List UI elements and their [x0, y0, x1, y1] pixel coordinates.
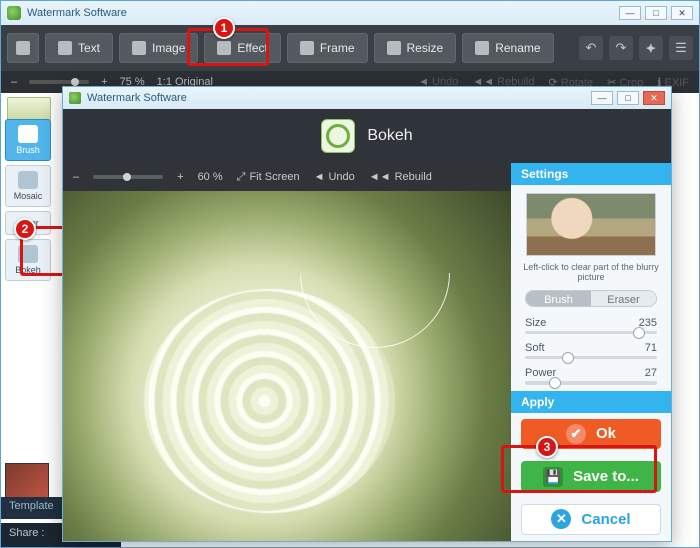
- tool-bokeh-label: Bokeh: [15, 265, 41, 275]
- segment-brush[interactable]: Brush: [526, 291, 591, 306]
- check-icon: ✔: [566, 424, 586, 444]
- app-icon: [7, 6, 21, 20]
- tool-bokeh[interactable]: Bokeh: [5, 239, 51, 281]
- home-button[interactable]: [7, 33, 39, 63]
- home-icon: [16, 41, 30, 55]
- canvas-zoom-in-icon[interactable]: +: [177, 171, 183, 183]
- effect-label: Effect: [237, 41, 267, 55]
- tool-color[interactable]: Color: [5, 211, 51, 235]
- frame-icon: [300, 41, 314, 55]
- ok-button[interactable]: ✔ Ok: [521, 419, 661, 450]
- settings-header: Settings: [511, 163, 671, 185]
- thumbnail-strip[interactable]: [7, 97, 51, 121]
- settings-hint: Left-click to clear part of the blurry p…: [511, 260, 671, 290]
- resize-button[interactable]: Resize: [374, 33, 457, 63]
- effect-icon: [217, 41, 231, 55]
- mosaic-icon: [18, 171, 38, 189]
- canvas-rebuild-button[interactable]: ◄◄ Rebuild: [369, 171, 432, 183]
- power-value: 27: [645, 367, 657, 379]
- dialog-app-icon: [69, 92, 81, 104]
- canvas-toolbar: – + 60 % ⤢ Fit Screen ◄ Undo ◄◄ Rebuild: [63, 163, 511, 191]
- canvas-zoom-out-icon[interactable]: –: [73, 171, 79, 183]
- dialog-titlebar[interactable]: Watermark Software — □ ✕: [63, 87, 671, 109]
- text-label: Text: [78, 41, 100, 55]
- main-window-controls: — □ ✕: [619, 6, 693, 20]
- canvas-rebuild-label: Rebuild: [395, 171, 432, 183]
- main-title: Watermark Software: [27, 7, 127, 19]
- apply-header: Apply: [511, 391, 671, 413]
- soft-label: Soft: [525, 342, 545, 354]
- zoom-out-icon[interactable]: –: [11, 76, 17, 88]
- canvas-undo-button[interactable]: ◄ Undo: [314, 171, 355, 183]
- image-button[interactable]: Image: [119, 33, 198, 63]
- bokeh-icon: [18, 245, 38, 263]
- rename-label: Rename: [495, 41, 540, 55]
- frame-label: Frame: [320, 41, 355, 55]
- close-button[interactable]: ✕: [671, 6, 693, 20]
- settings-panel: Settings Left-click to clear part of the…: [511, 163, 671, 541]
- size-label: Size: [525, 317, 546, 329]
- effect-tools-sidebar: Brush Mosaic Color Bokeh: [5, 119, 51, 281]
- text-icon: [58, 41, 72, 55]
- toolbar-extra-3[interactable]: ⯌: [639, 36, 663, 60]
- brush-eraser-segment: Brush Eraser: [525, 290, 657, 307]
- power-slider[interactable]: [525, 381, 657, 384]
- image-label: Image: [152, 41, 185, 55]
- settings-preview-image: [526, 193, 656, 256]
- soft-value: 71: [645, 342, 657, 354]
- canvas-column: – + 60 % ⤢ Fit Screen ◄ Undo ◄◄ Rebuild: [63, 163, 511, 541]
- cancel-button[interactable]: ✕ Cancel: [521, 504, 661, 535]
- dialog-header: Bokeh: [63, 109, 671, 163]
- resize-label: Resize: [407, 41, 444, 55]
- bokeh-header-icon: [321, 119, 355, 153]
- segment-eraser[interactable]: Eraser: [591, 291, 656, 306]
- ok-label: Ok: [596, 425, 616, 442]
- dialog-header-title: Bokeh: [367, 127, 412, 145]
- template-thumb[interactable]: [5, 463, 49, 499]
- dialog-minimize-button[interactable]: —: [591, 91, 613, 105]
- text-button[interactable]: Text: [45, 33, 113, 63]
- fit-screen-button[interactable]: ⤢ Fit Screen: [237, 171, 300, 184]
- dialog-body: – + 60 % ⤢ Fit Screen ◄ Undo ◄◄ Rebuild …: [63, 163, 671, 541]
- brush-icon: [18, 125, 38, 143]
- tool-color-label: Color: [17, 218, 39, 228]
- dialog-window-controls: — □ ✕: [591, 91, 665, 105]
- rename-icon: [475, 41, 489, 55]
- size-slider[interactable]: [525, 331, 657, 334]
- dialog-title: Watermark Software: [87, 92, 187, 104]
- dialog-close-button[interactable]: ✕: [643, 91, 665, 105]
- dialog-maximize-button[interactable]: □: [617, 91, 639, 105]
- effect-button[interactable]: Effect: [204, 33, 280, 63]
- canvas-undo-label: Undo: [328, 171, 354, 183]
- toolbar-extra-4[interactable]: ☰: [669, 36, 693, 60]
- frame-button[interactable]: Frame: [287, 33, 368, 63]
- canvas-zoom-pct: 60 %: [198, 171, 223, 183]
- image-icon: [132, 41, 146, 55]
- canvas-zoom-slider[interactable]: [93, 175, 163, 179]
- soft-slider[interactable]: [525, 356, 657, 359]
- toolbar-extra-2[interactable]: ↷: [609, 36, 633, 60]
- save-label: Save to...: [573, 468, 639, 485]
- zoom-slider[interactable]: [29, 80, 89, 84]
- main-toolbar: Text Image Effect Frame Resize Rename ↶ …: [1, 25, 699, 71]
- tool-mosaic-label: Mosaic: [14, 191, 43, 201]
- resize-icon: [387, 41, 401, 55]
- canvas[interactable]: [63, 191, 511, 541]
- toolbar-extra-1[interactable]: ↶: [579, 36, 603, 60]
- bokeh-dialog: Watermark Software — □ ✕ Bokeh – + 60 % …: [62, 86, 672, 542]
- maximize-button[interactable]: □: [645, 6, 667, 20]
- cancel-icon: ✕: [551, 509, 571, 529]
- main-titlebar[interactable]: Watermark Software — □ ✕: [1, 1, 699, 25]
- cancel-label: Cancel: [581, 511, 630, 528]
- save-icon: 💾: [543, 467, 563, 487]
- tool-brush[interactable]: Brush: [5, 119, 51, 161]
- rename-button[interactable]: Rename: [462, 33, 553, 63]
- tool-mosaic[interactable]: Mosaic: [5, 165, 51, 207]
- fit-label: Fit Screen: [249, 171, 299, 183]
- tool-brush-label: Brush: [16, 145, 40, 155]
- minimize-button[interactable]: —: [619, 6, 641, 20]
- save-to-button[interactable]: 💾 Save to...: [521, 461, 661, 492]
